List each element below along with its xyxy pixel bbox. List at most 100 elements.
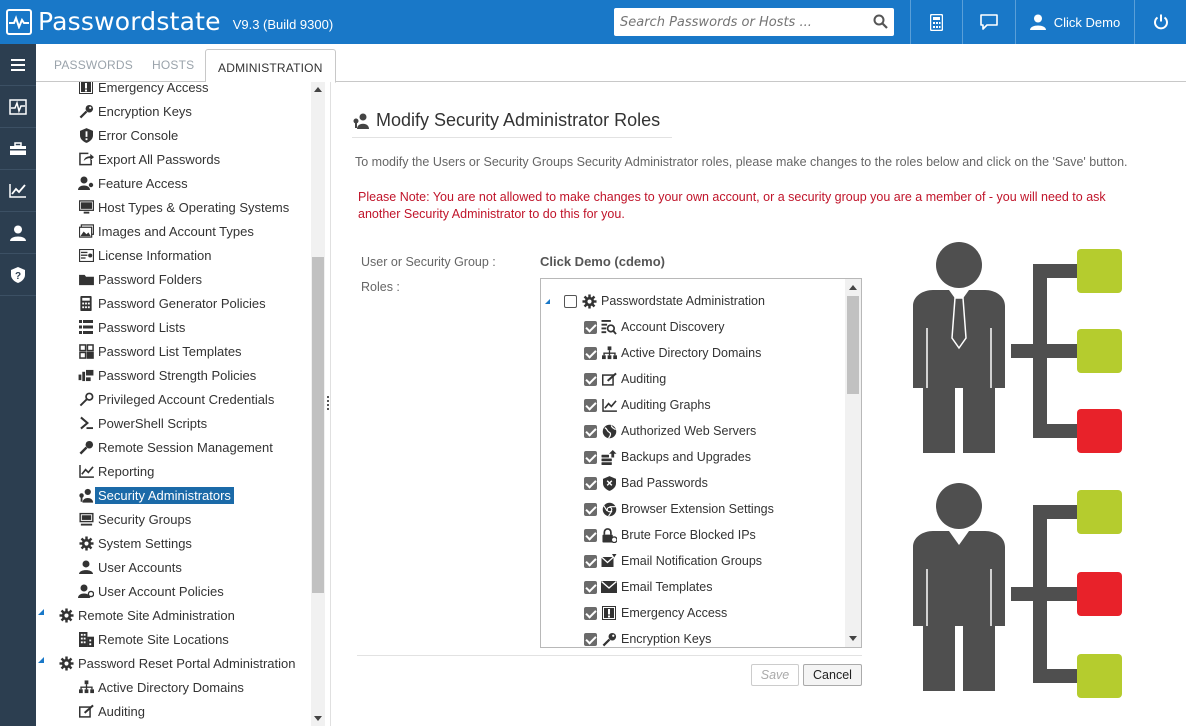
search-icon[interactable] (873, 14, 888, 32)
save-button[interactable]: Save (751, 664, 799, 686)
tree-item[interactable]: Host Types & Operating Systems (78, 196, 289, 218)
role-item[interactable]: Account Discovery (584, 317, 725, 337)
role-item[interactable]: Auditing (584, 369, 666, 389)
tree-item[interactable]: User Accounts (78, 556, 182, 578)
rail-reports-button[interactable] (0, 170, 36, 212)
scroll-down-arrow-icon[interactable] (849, 636, 857, 641)
role-item[interactable]: Bad Passwords (584, 473, 708, 493)
tree-item[interactable]: Remote Site Locations (78, 628, 229, 650)
role-item[interactable]: Emergency Access (584, 603, 727, 623)
main-tabs: PASSWORDS HOSTS ADMINISTRATION (36, 44, 1186, 83)
role-checkbox[interactable] (564, 294, 577, 308)
tab-administration[interactable]: ADMINISTRATION (205, 49, 336, 83)
rail-menu-button[interactable] (0, 44, 36, 86)
role-checkbox[interactable] (584, 372, 597, 386)
roles-scrollbar[interactable] (845, 279, 861, 647)
logout-button[interactable] (1135, 0, 1186, 44)
key-icon (78, 103, 94, 119)
gear-icon (58, 655, 74, 671)
backup-icon (601, 449, 617, 465)
expand-arrow-icon[interactable] (38, 657, 44, 663)
scroll-down-arrow-icon[interactable] (314, 716, 322, 721)
role-checkbox[interactable] (584, 554, 597, 568)
tree-item-label: Export All Passwords (98, 151, 221, 167)
tree-item[interactable]: Images and Account Types (78, 220, 254, 242)
rail-users-button[interactable] (0, 212, 36, 254)
tree-item-label: Privileged Account Credentials (98, 391, 275, 407)
role-checkbox[interactable] (584, 528, 597, 542)
role-item[interactable]: Email Notification Groups (584, 551, 762, 571)
role-item[interactable]: Browser Extension Settings (584, 499, 774, 519)
role-item[interactable]: Email Templates (584, 577, 712, 597)
tree-item[interactable]: Feature Access (78, 172, 188, 194)
role-checkbox[interactable] (584, 476, 597, 490)
tab-passwords[interactable]: PASSWORDS (54, 58, 133, 72)
role-checkbox[interactable] (584, 580, 597, 594)
expand-arrow-icon[interactable] (38, 609, 44, 615)
tree-scroll-thumb[interactable] (312, 257, 324, 593)
security-admins-icon (78, 487, 94, 503)
rail-security-button[interactable]: ? (0, 254, 36, 296)
tree-item[interactable]: Emergency Access (78, 82, 209, 98)
rail-tools-button[interactable] (0, 128, 36, 170)
role-item[interactable]: Auditing Graphs (584, 395, 711, 415)
tree-item[interactable]: Remote Session Management (78, 436, 273, 458)
tree-item[interactable]: Password List Templates (78, 340, 242, 362)
search-input[interactable] (614, 8, 864, 36)
role-item[interactable]: Active Directory Domains (584, 343, 761, 363)
scroll-up-arrow-icon[interactable] (849, 285, 857, 290)
tree-item[interactable]: License Information (78, 244, 211, 266)
role-item[interactable]: Authorized Web Servers (584, 421, 756, 441)
permission-note: Please Note: You are not allowed to make… (358, 190, 1106, 221)
role-root-item[interactable]: Passwordstate Administration (545, 291, 765, 311)
cancel-button[interactable]: Cancel (803, 664, 862, 686)
role-item[interactable]: Backups and Upgrades (584, 447, 751, 467)
scroll-up-arrow-icon[interactable] (314, 87, 322, 92)
roles-scroll-thumb[interactable] (847, 296, 859, 394)
tree-item[interactable]: PowerShell Scripts (78, 412, 207, 434)
tree-item[interactable]: Security Administrators (78, 484, 234, 506)
tree-item[interactable]: Reporting (78, 460, 154, 482)
tree-item[interactable]: Password Generator Policies (78, 292, 266, 314)
role-checkbox[interactable] (584, 450, 597, 464)
user-menu-button[interactable]: Click Demo (1016, 0, 1134, 44)
tree-item-label: Remote Site Administration (78, 607, 235, 623)
role-checkbox[interactable] (584, 606, 597, 620)
search-box (614, 8, 894, 36)
images-icon (78, 223, 94, 239)
tree-item[interactable]: Active Directory Domains (78, 676, 244, 698)
tree-item[interactable]: Password Strength Policies (78, 364, 256, 386)
tree-item[interactable]: Security Groups (78, 508, 191, 530)
role-checkbox[interactable] (584, 424, 597, 438)
tree-item[interactable]: User Account Policies (78, 580, 224, 602)
role-checkbox[interactable] (584, 502, 597, 516)
rail-activity-button[interactable] (0, 86, 36, 128)
tree-item[interactable]: Error Console (78, 124, 178, 146)
tree-item[interactable]: Auditing (78, 700, 145, 722)
role-item[interactable]: Brute Force Blocked IPs (584, 525, 756, 545)
brand[interactable]: Passwordstate V9.3 (Build 9300) (6, 7, 333, 36)
tree-item[interactable]: Privileged Account Credentials (78, 388, 274, 410)
role-checkbox[interactable] (584, 320, 597, 334)
calculator-button[interactable] (911, 0, 961, 44)
tree-item[interactable]: Remote Site Administration (38, 604, 235, 626)
role-item[interactable]: Encryption Keys (584, 629, 711, 647)
tree-item[interactable]: Password Reset Portal Administration (38, 652, 295, 674)
tree-item[interactable]: Encryption Keys (78, 100, 192, 122)
collapse-arrow-icon[interactable] (545, 298, 550, 304)
connector-top (1011, 264, 1077, 438)
tab-hosts[interactable]: HOSTS (152, 58, 194, 72)
tree-item[interactable]: Password Lists (78, 316, 185, 338)
roles-label: Roles : (361, 280, 400, 294)
tree-scrollbar[interactable] (311, 82, 325, 726)
role-box-green (1077, 490, 1122, 534)
role-checkbox[interactable] (584, 346, 597, 360)
tree-item[interactable]: System Settings (78, 532, 192, 554)
tree-item[interactable]: Export All Passwords (78, 148, 220, 170)
tree-item[interactable]: Password Folders (78, 268, 202, 290)
role-checkbox[interactable] (584, 632, 597, 646)
pane-splitter[interactable] (325, 82, 331, 726)
role-checkbox[interactable] (584, 398, 597, 412)
account-discovery-icon (601, 319, 617, 335)
messages-button[interactable] (963, 0, 1015, 44)
